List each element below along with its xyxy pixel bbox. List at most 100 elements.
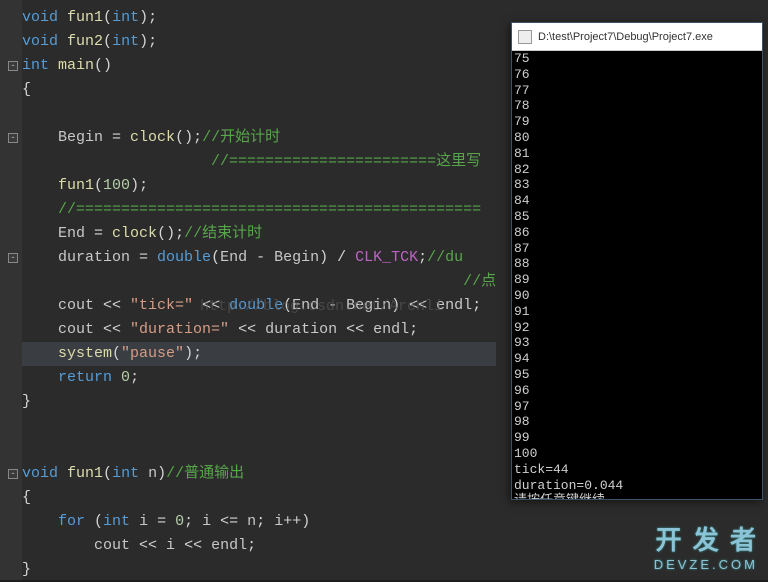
- token-op: [22, 345, 58, 362]
- console-line: 93: [514, 335, 762, 351]
- code-text-area[interactable]: void fun1(int);void fun2(int);int main()…: [22, 6, 496, 582]
- token-op: [22, 249, 58, 266]
- token-op: {: [22, 81, 31, 98]
- token-str: "tick=": [130, 297, 193, 314]
- token-ident: i: [202, 513, 211, 530]
- token-op: }: [22, 561, 31, 578]
- console-body[interactable]: 7576777879808182838485868788899091929394…: [514, 51, 762, 499]
- console-line: 84: [514, 193, 762, 209]
- code-line[interactable]: cout << "duration=" << duration << endl;: [22, 318, 496, 342]
- token-op: [22, 321, 58, 338]
- token-com: //======================================…: [58, 201, 481, 218]
- code-line[interactable]: fun1(100);: [22, 174, 496, 198]
- code-line[interactable]: for (int i = 0; i <= n; i++): [22, 510, 496, 534]
- code-line[interactable]: void fun1(int);: [22, 6, 496, 30]
- token-op: (: [112, 345, 121, 362]
- token-fn: system: [58, 345, 112, 362]
- code-line[interactable]: }: [22, 390, 496, 414]
- code-line[interactable]: void fun1(int n)//普通输出: [22, 462, 496, 486]
- code-line[interactable]: duration = double(End - Begin) / CLK_TCK…: [22, 246, 496, 270]
- code-line[interactable]: End = clock();//结束计时: [22, 222, 496, 246]
- fold-marker[interactable]: -: [8, 61, 18, 71]
- token-op: [49, 57, 58, 74]
- console-titlebar[interactable]: D:\test\Project7\Debug\Project7.exe: [512, 23, 762, 51]
- code-line[interactable]: {: [22, 78, 496, 102]
- token-op: ;: [472, 297, 481, 314]
- token-op: {: [22, 489, 31, 506]
- token-op: [22, 297, 58, 314]
- token-ident: cout: [58, 297, 94, 314]
- code-line[interactable]: cout << i << endl;: [22, 534, 496, 558]
- token-op: <<: [94, 297, 130, 314]
- token-op: (: [211, 249, 220, 266]
- console-line: 76: [514, 67, 762, 83]
- code-line[interactable]: system("pause");: [22, 342, 496, 366]
- token-op: }: [22, 393, 31, 410]
- console-line: 79: [514, 114, 762, 130]
- token-op: <<: [337, 321, 373, 338]
- console-line: 100: [514, 446, 762, 462]
- token-ident: End: [220, 249, 247, 266]
- token-op: [112, 369, 121, 386]
- token-op: [58, 33, 67, 50]
- console-window[interactable]: D:\test\Project7\Debug\Project7.exe 7576…: [511, 22, 763, 500]
- fold-marker[interactable]: -: [8, 253, 18, 263]
- console-line: tick=44: [514, 462, 762, 478]
- code-line[interactable]: int main(): [22, 54, 496, 78]
- token-op: ++): [283, 513, 310, 530]
- token-op: =: [148, 513, 175, 530]
- code-line[interactable]: return 0;: [22, 366, 496, 390]
- logo-big: 开 发 者: [654, 520, 758, 557]
- code-line[interactable]: void fun2(int);: [22, 30, 496, 54]
- token-op: );: [184, 345, 202, 362]
- token-op: ;: [418, 249, 427, 266]
- code-line[interactable]: {: [22, 486, 496, 510]
- console-line: 91: [514, 304, 762, 320]
- token-kw: int: [22, 57, 49, 74]
- token-op: ;: [130, 369, 139, 386]
- token-op: [139, 465, 148, 482]
- token-op: <<: [94, 321, 130, 338]
- token-op: <<: [130, 537, 166, 554]
- console-line: 81: [514, 146, 762, 162]
- token-fn: fun2: [67, 33, 103, 50]
- fold-marker[interactable]: -: [8, 133, 18, 143]
- token-op: [22, 201, 58, 218]
- token-str: "duration=": [130, 321, 229, 338]
- gutter[interactable]: - - - -: [0, 0, 22, 580]
- token-ident: Begin: [274, 249, 319, 266]
- token-ident: i: [274, 513, 283, 530]
- token-op: (: [103, 9, 112, 26]
- code-line[interactable]: //点: [22, 270, 496, 294]
- fold-marker[interactable]: -: [8, 469, 18, 479]
- code-line[interactable]: [22, 414, 496, 438]
- console-line: 99: [514, 430, 762, 446]
- code-line[interactable]: Begin = clock();//开始计时: [22, 126, 496, 150]
- token-ident: endl: [211, 537, 247, 554]
- console-title: D:\test\Project7\Debug\Project7.exe: [538, 31, 713, 43]
- token-op: ();: [157, 225, 184, 242]
- token-op: [22, 177, 58, 194]
- console-line: 97: [514, 399, 762, 415]
- token-num: 0: [175, 513, 184, 530]
- logo-small: DEVZE.COM: [654, 557, 758, 572]
- token-op: =: [85, 225, 112, 242]
- token-com: //=======================这里写: [211, 153, 481, 170]
- token-com: //点: [463, 273, 496, 290]
- token-ident: endl: [373, 321, 409, 338]
- code-line[interactable]: [22, 102, 496, 126]
- code-line[interactable]: }: [22, 558, 496, 582]
- token-op: [130, 513, 139, 530]
- token-op: (: [103, 33, 112, 50]
- token-op: (: [103, 465, 112, 482]
- token-str: "pause": [121, 345, 184, 362]
- token-op: [22, 537, 94, 554]
- code-line[interactable]: //=======================这里写: [22, 150, 496, 174]
- token-op: -: [247, 249, 274, 266]
- code-line[interactable]: //======================================…: [22, 198, 496, 222]
- token-ident: cout: [58, 321, 94, 338]
- console-line: 78: [514, 98, 762, 114]
- code-line[interactable]: [22, 438, 496, 462]
- token-com: //du: [427, 249, 463, 266]
- site-logo: 开 发 者 DEVZE.COM: [654, 520, 758, 572]
